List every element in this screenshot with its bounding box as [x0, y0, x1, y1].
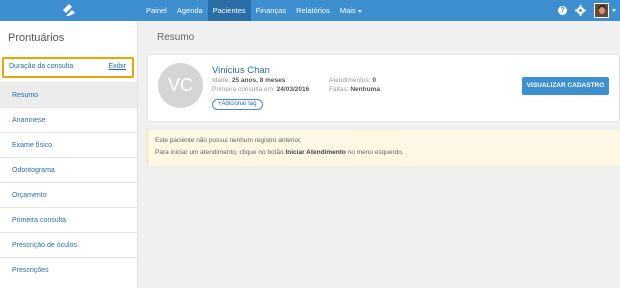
nav-financas[interactable]: Finanças	[251, 0, 291, 21]
sidebar-item-orcamento[interactable]: Orçamento	[0, 182, 137, 207]
duracao-consulta-label: Duração da consulta	[9, 63, 74, 70]
alert-line-2-post: no menu esquerdo.	[347, 149, 404, 156]
patient-name[interactable]: Vinicius Chan	[212, 65, 270, 76]
sidebar-title: Prontuários	[8, 32, 65, 44]
gear-icon[interactable]	[575, 5, 586, 16]
help-icon[interactable]: ?	[558, 6, 567, 15]
patient-appointments-label: Atendimentos:	[329, 77, 371, 84]
patient-appointments-value: 0	[372, 77, 376, 84]
patient-appointments: Atendimentos: 0	[329, 77, 376, 84]
add-tag-label: Adicionar tag	[221, 101, 257, 107]
nav-painel[interactable]: Painel	[141, 0, 172, 21]
top-bar: Painel Agenda Pacientes Finanças Relatór…	[0, 0, 620, 21]
patient-first-visit-label: Primeira consulta em:	[212, 86, 275, 93]
alert-line-1: Este paciente não possui nenhum registro…	[155, 137, 302, 144]
nav-pacientes[interactable]: Pacientes	[207, 0, 251, 21]
patient-first-visit: Primeira consulta em: 24/03/2016	[212, 86, 309, 93]
logo-area[interactable]	[0, 0, 138, 21]
nav-relatorios[interactable]: Relatórios	[291, 0, 335, 21]
duracao-consulta-box: Duração da consulta Exibir	[2, 57, 134, 78]
info-alert: Este paciente não possui nenhum registro…	[147, 130, 620, 166]
nav-mais-label: Mais	[339, 6, 356, 15]
sidebar-item-odontograma[interactable]: Odontograma	[0, 157, 137, 182]
patient-absences-value: Nenhuma	[350, 86, 380, 93]
sidebar-menu: Resumo Anamnese Exame físico Odontograma…	[0, 82, 137, 282]
patient-age-label: Idade:	[212, 77, 231, 84]
page-title: Resumo	[157, 32, 195, 43]
alert-line-2-bold: Iniciar Atendimento	[285, 149, 346, 156]
add-tag-button[interactable]: +Adicionar tag	[212, 99, 263, 110]
sidebar-item-prescricoes[interactable]: Prescrições	[0, 257, 137, 282]
sidebar-item-resumo[interactable]: Resumo	[0, 82, 137, 107]
avatar[interactable]	[594, 3, 609, 18]
nav-agenda[interactable]: Agenda	[172, 0, 208, 21]
sidebar: Prontuários Duração da consulta Exibir R…	[0, 21, 138, 288]
chevron-down-icon[interactable]	[612, 9, 616, 12]
view-record-button[interactable]: VISUALIZAR CADASTRO	[522, 77, 609, 95]
sidebar-item-exame-fisico[interactable]: Exame físico	[0, 132, 137, 157]
sidebar-item-prescricao-oculos[interactable]: Prescrição de óculos	[0, 232, 137, 257]
main-nav: Painel Agenda Pacientes Finanças Relatór…	[141, 0, 367, 21]
sidebar-item-primeira-consulta[interactable]: Primeira consulta	[0, 207, 137, 232]
top-icons: ?	[558, 0, 620, 21]
alert-line-2: Para iniciar um atendimento, clique no b…	[155, 149, 404, 156]
patient-avatar: VC	[158, 63, 203, 108]
logo-icon	[63, 4, 75, 16]
alert-line-2-pre: Para iniciar um atendimento, clique no b…	[155, 149, 284, 156]
patient-age: Idade: 25 anos, 8 meses	[212, 77, 285, 84]
patient-absences: Faltas: Nenhuma	[329, 86, 380, 93]
patient-card: VC Vinicius Chan Idade: 25 anos, 8 meses…	[147, 54, 620, 122]
patient-first-visit-value: 24/03/2016	[276, 86, 310, 93]
sidebar-item-anamnese[interactable]: Anamnese	[0, 107, 137, 132]
exibir-link[interactable]: Exibir	[108, 63, 126, 70]
nav-mais[interactable]: Mais	[335, 0, 367, 21]
chevron-down-icon	[357, 9, 362, 13]
patient-age-value: 25 anos, 8 meses	[231, 77, 286, 84]
patient-absences-label: Faltas:	[329, 86, 349, 93]
